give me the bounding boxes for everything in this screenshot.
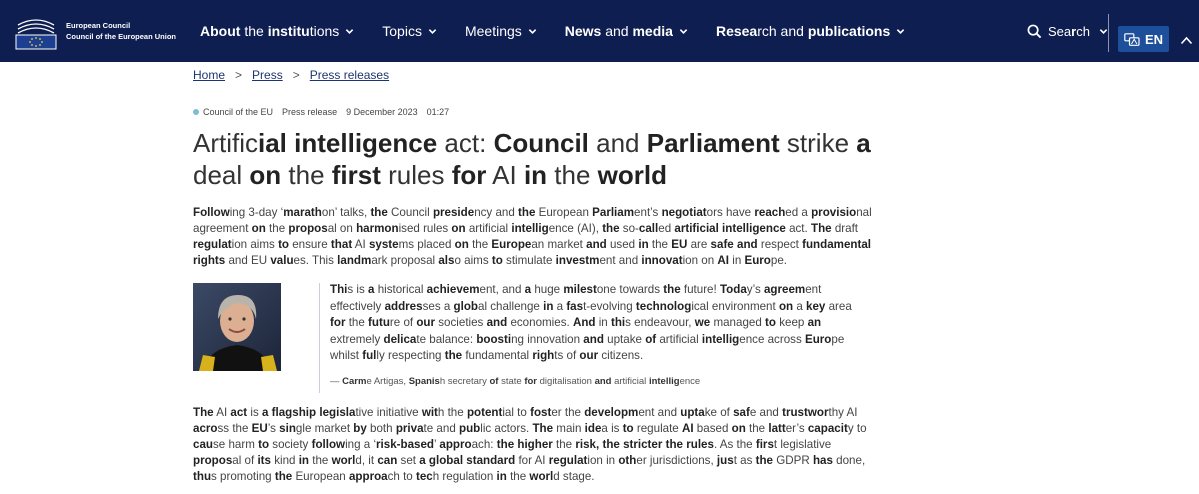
chevron-down-icon	[528, 28, 536, 34]
article-paragraph-2: The AI act is a flagship legislative ini…	[193, 406, 867, 483]
language-button[interactable]: EN	[1118, 26, 1169, 52]
quote-attribution: — Carme Artigas, Spanish secretary of st…	[330, 376, 701, 387]
article-time: 01:27	[426, 107, 450, 117]
nav-label: Meetings	[464, 23, 522, 39]
language-icon	[1124, 32, 1140, 46]
eu-council-logo-icon	[14, 11, 58, 51]
language-label: EN	[1144, 31, 1164, 47]
speaker-portrait	[193, 283, 281, 371]
breadcrumb-separator: >	[235, 68, 243, 82]
nav-about-institutions[interactable]: About the institutions	[200, 23, 354, 39]
chevron-down-icon	[897, 28, 905, 34]
search-icon	[1027, 24, 1042, 38]
nav-meetings[interactable]: Meetings	[465, 23, 537, 39]
chevron-down-icon	[1099, 28, 1108, 34]
breadcrumb-home[interactable]: Home	[193, 68, 225, 82]
article-date: 9 December 2023	[346, 107, 418, 117]
search-button[interactable]: Search	[1027, 0, 1108, 62]
breadcrumb: Home > Press > Press releases	[193, 68, 389, 82]
nav-label: About the institutions	[200, 23, 340, 39]
article-type: Press release	[282, 107, 338, 117]
chevron-down-icon	[346, 28, 354, 34]
logo-line-2: Council of the European Union	[66, 32, 176, 41]
article-paragraph-1: Following 3-day ‘marathon’ talks, the Co…	[193, 206, 872, 267]
article-meta: Council of the EU Press release 9 Decemb…	[193, 107, 458, 117]
logo-text: European Council Council of the European…	[66, 20, 176, 42]
quote-rule	[319, 283, 320, 393]
nav-news-media[interactable]: News and media	[565, 23, 688, 39]
site-header: European Council Council of the European…	[0, 0, 1199, 62]
nav-topics[interactable]: Topics	[382, 23, 437, 39]
nav-label: News and media	[564, 23, 673, 39]
source-dot-icon	[193, 109, 199, 115]
article-source: Council of the EU	[203, 107, 274, 117]
logo-line-1: European Council	[66, 21, 131, 30]
nav-label: Topics	[382, 23, 422, 39]
chevron-up-icon[interactable]	[1180, 36, 1193, 45]
chevron-down-icon	[428, 28, 437, 34]
nav-label: Research and publications	[715, 23, 891, 39]
search-label: Search	[1048, 23, 1090, 39]
nav-research-publications[interactable]: Research and publications	[716, 23, 905, 39]
main-nav: About the institutions Topics Meetings N…	[200, 0, 933, 62]
breadcrumb-press-releases[interactable]: Press releases	[310, 68, 389, 82]
site-logo[interactable]: European Council Council of the European…	[14, 11, 190, 51]
breadcrumb-separator: >	[292, 68, 300, 82]
page-title: Artificial intelligence act: Council and…	[193, 128, 871, 190]
quote-text: This is a historical achievement, and a …	[330, 283, 852, 362]
breadcrumb-press[interactable]: Press	[252, 68, 283, 82]
chevron-down-icon	[679, 28, 688, 34]
header-divider	[1108, 14, 1109, 52]
